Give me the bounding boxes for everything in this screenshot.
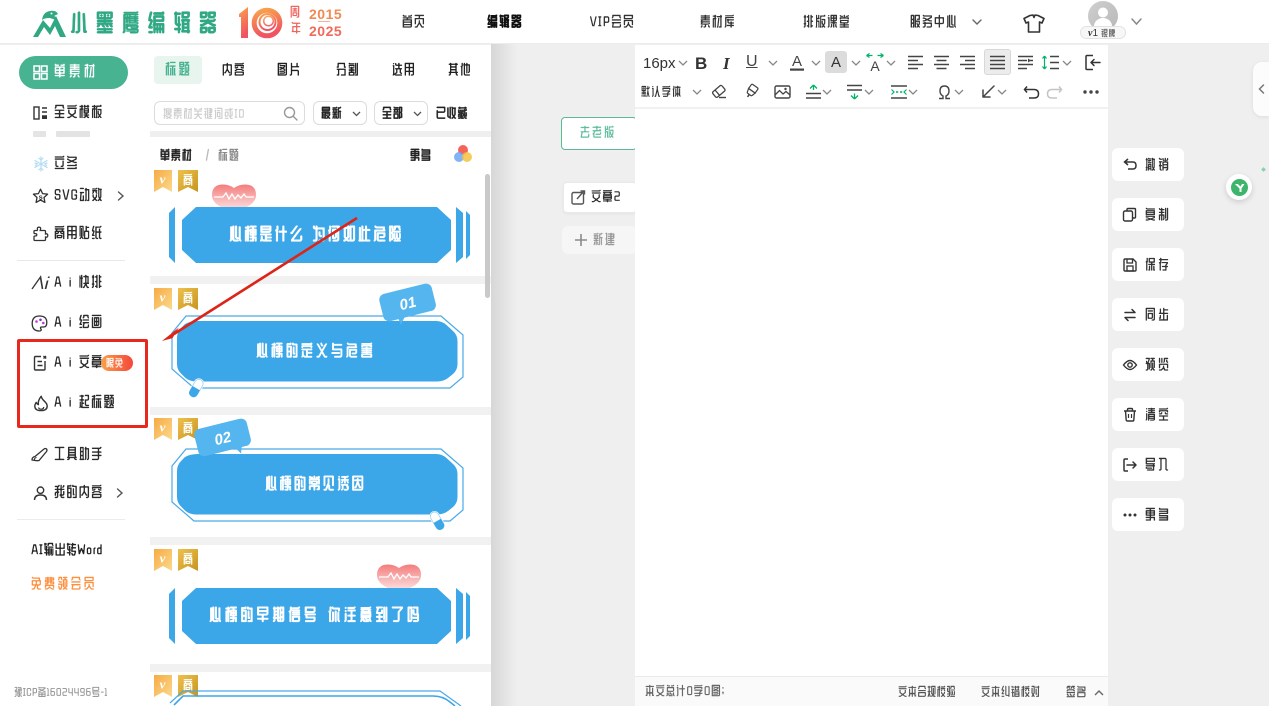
svg-text:v: v xyxy=(160,172,166,187)
svg-text:A: A xyxy=(831,54,841,71)
svg-text:s: s xyxy=(39,192,43,201)
svg-text:A: A xyxy=(792,53,802,70)
svg-text:A: A xyxy=(870,58,880,74)
svg-text:v: v xyxy=(160,420,166,435)
svg-text:v: v xyxy=(160,551,166,566)
